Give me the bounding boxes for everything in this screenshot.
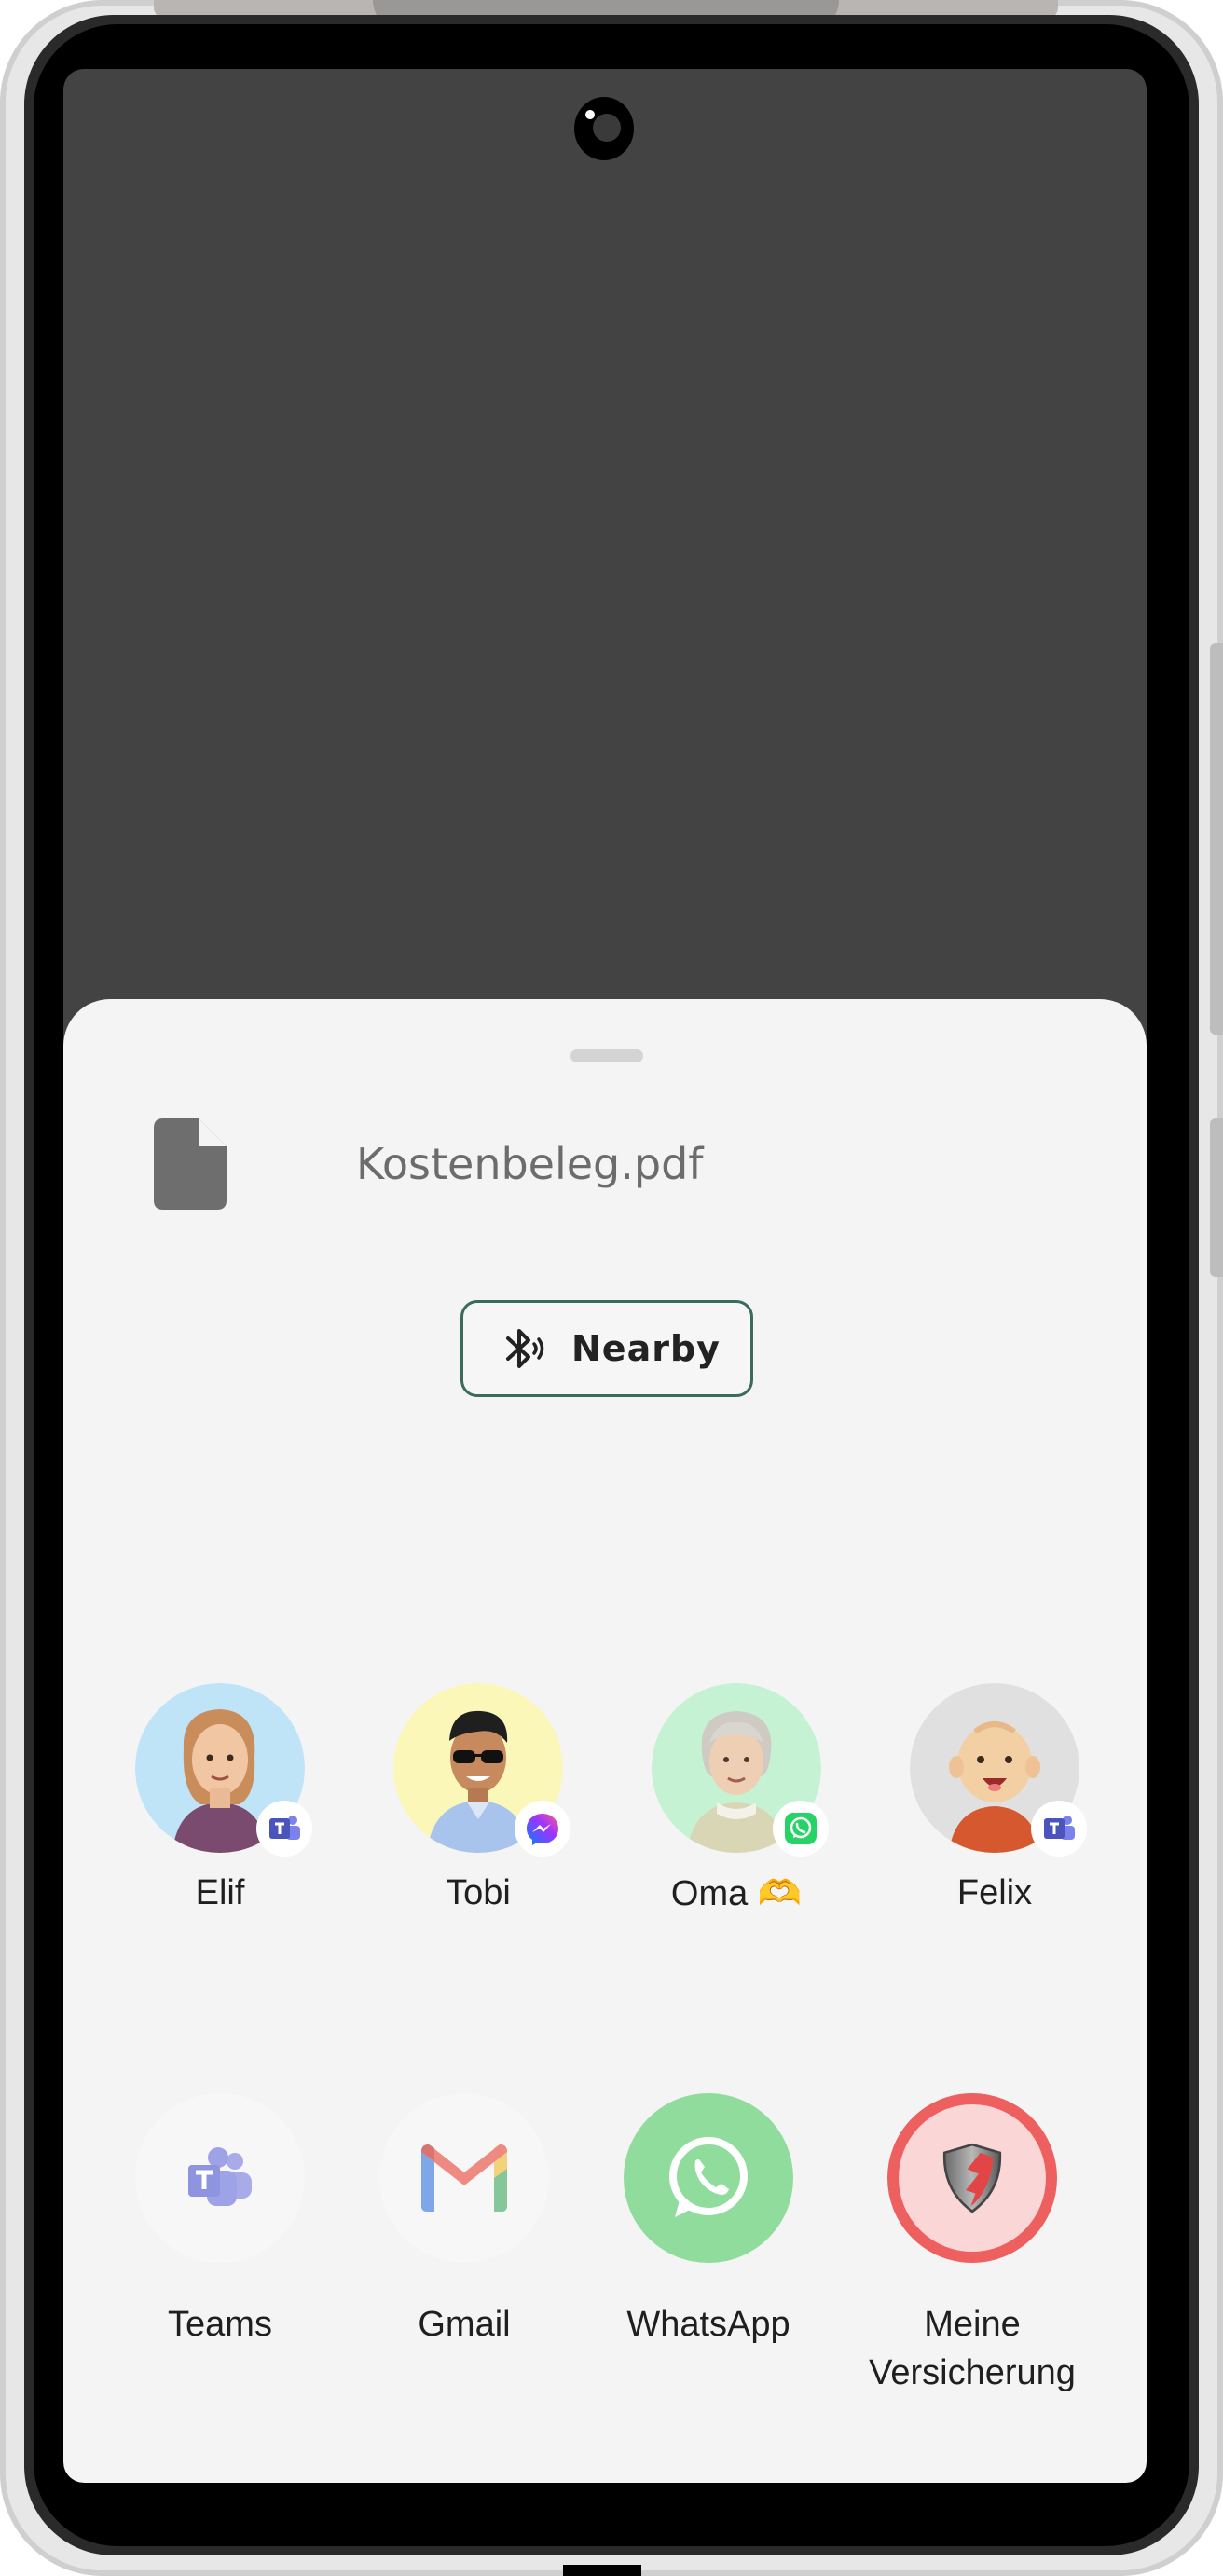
app-name: Teams (168, 2305, 272, 2344)
contact-target[interactable]: Tobi (371, 1683, 585, 1913)
phone-screen: Kostenbeleg.pdf Nearby Elif Tobi Oma 🫶 F… (63, 69, 1147, 2483)
contact-name: Tobi (446, 1873, 511, 1912)
power-button (1210, 1118, 1223, 1277)
app-name: Meine Versicherung (869, 2305, 1076, 2392)
app-name: Gmail (418, 2305, 511, 2344)
bluetooth-nearby-icon (506, 1329, 544, 1368)
whatsapp-icon (624, 2093, 793, 2263)
device-bottom-port (563, 2565, 641, 2576)
shield-icon (887, 2093, 1057, 2263)
contact-name: Oma 🫶 (670, 1874, 803, 1913)
gmail-icon (379, 2093, 549, 2263)
contact-target[interactable]: Felix (887, 1683, 1102, 1913)
avatar (652, 1683, 829, 1857)
app-target-teams[interactable]: Teams (99, 2093, 341, 2349)
teams-badge-icon (256, 1801, 312, 1857)
document-icon (154, 1118, 227, 1210)
contact-target[interactable]: Elif (113, 1683, 327, 1913)
messenger-badge-icon (515, 1801, 570, 1857)
contact-name: Felix (956, 1873, 1033, 1912)
app-name: WhatsApp (626, 2305, 790, 2344)
avatar (910, 1683, 1087, 1857)
whatsapp-badge-icon (773, 1801, 829, 1857)
nearby-share-button[interactable]: Nearby (460, 1300, 753, 1397)
share-sheet: Kostenbeleg.pdf Nearby Elif Tobi Oma 🫶 F… (63, 999, 1147, 2483)
avatar (393, 1683, 570, 1857)
sheet-drag-handle[interactable] (570, 1049, 643, 1062)
file-name: Kostenbeleg.pdf (356, 1139, 704, 1189)
teams-icon (135, 2093, 305, 2263)
app-target-whatsapp[interactable]: WhatsApp (587, 2093, 830, 2349)
front-camera (574, 97, 634, 160)
shared-file-row: Kostenbeleg.pdf (154, 1118, 806, 1212)
avatar (135, 1683, 312, 1857)
app-target-meine-versicherung[interactable]: Meine Versicherung (851, 2093, 1093, 2397)
teams-badge-icon (1031, 1801, 1087, 1857)
nearby-label: Nearby (571, 1328, 721, 1369)
volume-button (1210, 643, 1223, 1035)
contact-target[interactable]: Oma 🫶 (629, 1683, 844, 1914)
camera-glint (585, 110, 595, 119)
contact-name: Elif (195, 1873, 245, 1912)
app-target-gmail[interactable]: Gmail (343, 2093, 585, 2349)
